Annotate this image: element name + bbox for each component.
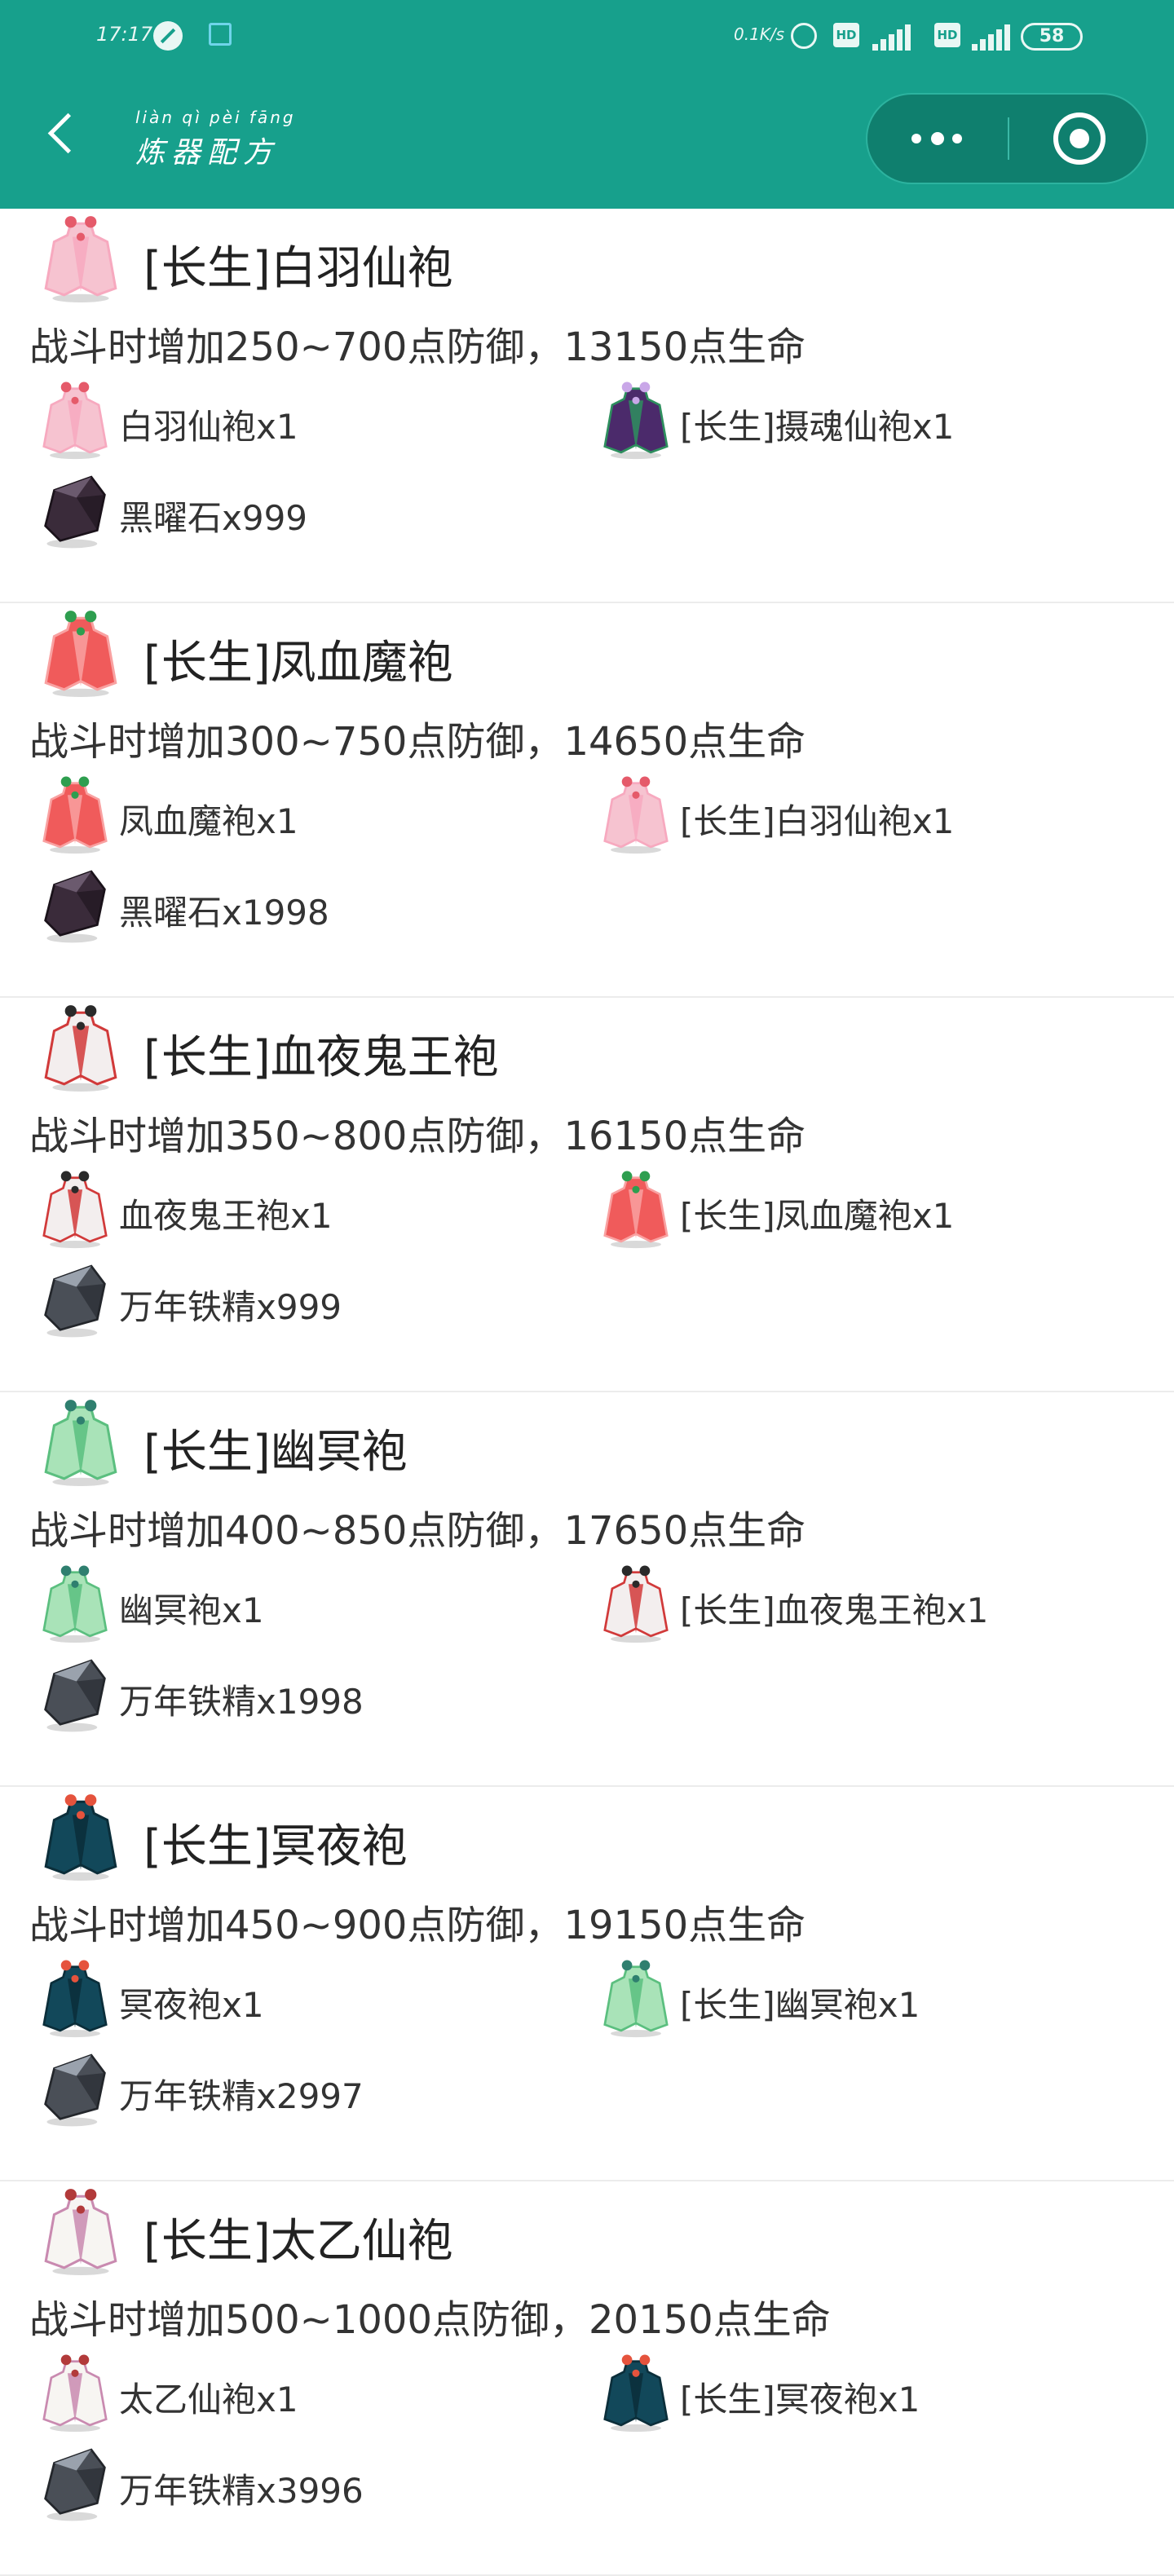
status-time: 17:17 bbox=[96, 23, 153, 46]
recipe-card[interactable]: [长生]幽冥袍战斗时增加400~850点防御，17650点生命幽冥袍x1 [长生]… bbox=[0, 1392, 1174, 1787]
mini-program-capsule bbox=[866, 93, 1148, 184]
obsidian-stone-icon bbox=[38, 864, 113, 946]
recipe-name: [长生]幽冥袍 bbox=[143, 1426, 408, 1479]
green-robe-icon bbox=[38, 1562, 113, 1643]
ingredient-label: [长生]冥夜袍x1 bbox=[680, 2380, 920, 2419]
white-robe-icon bbox=[36, 2185, 126, 2276]
recipe-effect: 战斗时增加300~750点防御，14650点生命 bbox=[29, 719, 806, 765]
ingredient-label: 冥夜袍x1 bbox=[119, 1985, 264, 2025]
pink-robe-icon bbox=[598, 773, 673, 854]
pink-robe-icon bbox=[38, 378, 113, 460]
recipe-card[interactable]: [长生]冥夜袍战斗时增加450~900点防御，19150点生命冥夜袍x1 [长生]… bbox=[0, 1787, 1174, 2181]
ingredient-label: 黑曜石x1998 bbox=[119, 893, 329, 933]
ingredient-label: 白羽仙袍x1 bbox=[119, 407, 298, 447]
recipe-effect: 战斗时增加450~900点防御，19150点生命 bbox=[29, 1903, 806, 1948]
obsidian-stone-icon bbox=[38, 470, 113, 551]
recipe-effect: 战斗时增加500~1000点防御，20150点生命 bbox=[29, 2297, 831, 2343]
battery-indicator: 58 bbox=[1021, 23, 1083, 51]
recipe-effect: 战斗时增加350~800点防御，16150点生命 bbox=[29, 1114, 806, 1159]
ghost-king-robe-icon bbox=[36, 1001, 126, 1092]
ingredient-label: 万年铁精x999 bbox=[119, 1287, 342, 1327]
page-title: liàn qì pèi fāng 炼器配方 bbox=[135, 108, 315, 170]
hd-icon: HD bbox=[934, 23, 960, 47]
target-circle-icon[interactable] bbox=[1009, 95, 1148, 183]
recipe-list: [长生]白羽仙袍战斗时增加250~700点防御，13150点生命白羽仙袍x1 [长… bbox=[0, 209, 1174, 2576]
ingredient-label: 万年铁精x3996 bbox=[119, 2471, 364, 2511]
ingredient-label: [长生]血夜鬼王袍x1 bbox=[680, 1590, 989, 1630]
signal-icon bbox=[972, 21, 1013, 51]
dark-teal-robe-icon bbox=[598, 2351, 673, 2433]
hd-icon: HD bbox=[833, 23, 859, 47]
red-robe-icon bbox=[38, 773, 113, 854]
recipe-name: [长生]冥夜袍 bbox=[143, 1820, 408, 1873]
ingredient-label: 万年铁精x1998 bbox=[119, 1682, 364, 1722]
ghost-king-robe-icon bbox=[598, 1562, 673, 1643]
ingredient-label: 幽冥袍x1 bbox=[119, 1590, 264, 1630]
recipe-card[interactable]: [长生]白羽仙袍战斗时增加250~700点防御，13150点生命白羽仙袍x1 [长… bbox=[0, 209, 1174, 603]
recipe-name: [长生]凤血魔袍 bbox=[143, 637, 453, 690]
dark-teal-robe-icon bbox=[38, 1956, 113, 2038]
green-robe-icon bbox=[598, 1956, 673, 2038]
recipe-effect: 战斗时增加250~700点防御，13150点生命 bbox=[29, 324, 806, 370]
white-robe-icon bbox=[38, 2351, 113, 2433]
purple-robe-icon bbox=[598, 378, 673, 460]
network-speed: 0.1K/s bbox=[734, 24, 785, 44]
ingredient-label: [长生]凤血魔袍x1 bbox=[680, 1196, 955, 1236]
recipe-card[interactable]: [长生]凤血魔袍战斗时增加300~750点防御，14650点生命凤血魔袍x1 [长… bbox=[0, 603, 1174, 998]
ingredient-label: [长生]白羽仙袍x1 bbox=[680, 801, 955, 841]
recipe-name: [长生]太乙仙袍 bbox=[143, 2215, 453, 2268]
signal-icon bbox=[872, 21, 913, 51]
recipe-name: [长生]血夜鬼王袍 bbox=[143, 1031, 499, 1084]
page-title-pinyin: liàn qì pèi fāng bbox=[135, 108, 296, 127]
recipe-card[interactable]: [长生]太乙仙袍战斗时增加500~1000点防御，20150点生命太乙仙袍x1 [… bbox=[0, 2181, 1174, 2576]
ingredient-label: 黑曜石x999 bbox=[119, 498, 308, 538]
page-title-text: 炼器配方 bbox=[135, 136, 280, 170]
recipe-card[interactable]: [长生]血夜鬼王袍战斗时增加350~800点防御，16150点生命血夜鬼王袍x1… bbox=[0, 998, 1174, 1392]
red-robe-icon bbox=[598, 1167, 673, 1249]
ingredient-label: 万年铁精x2997 bbox=[119, 2076, 364, 2116]
ingredient-label: 凤血魔袍x1 bbox=[119, 801, 298, 841]
iron-ore-icon bbox=[38, 2442, 113, 2524]
pink-robe-icon bbox=[36, 212, 126, 303]
title-bar: 17:17 0.1K/s HD HD 58 liàn qì pèi fāng 炼… bbox=[0, 0, 1174, 209]
green-robe-icon bbox=[36, 1396, 126, 1487]
iron-ore-icon bbox=[38, 1653, 113, 1735]
ingredient-label: 太乙仙袍x1 bbox=[119, 2380, 298, 2419]
red-robe-icon bbox=[36, 607, 126, 698]
ingredient-label: [长生]幽冥袍x1 bbox=[680, 1985, 920, 2025]
back-chevron-icon[interactable] bbox=[47, 112, 89, 154]
recipe-effect: 战斗时增加400~850点防御，17650点生命 bbox=[29, 1508, 806, 1554]
more-dots-icon[interactable] bbox=[867, 95, 1008, 183]
do-not-disturb-icon bbox=[153, 21, 183, 51]
recipe-name: [长生]白羽仙袍 bbox=[143, 242, 453, 295]
screen-record-icon bbox=[209, 23, 232, 46]
iron-ore-icon bbox=[38, 1259, 113, 1340]
ghost-king-robe-icon bbox=[38, 1167, 113, 1249]
ingredient-label: 血夜鬼王袍x1 bbox=[119, 1196, 333, 1236]
iron-ore-icon bbox=[38, 2048, 113, 2129]
status-bar: 17:17 0.1K/s HD HD 58 bbox=[0, 0, 1174, 78]
dark-teal-robe-icon bbox=[36, 1790, 126, 1881]
alarm-icon bbox=[791, 23, 817, 49]
ingredient-label: [长生]摄魂仙袍x1 bbox=[680, 407, 955, 447]
